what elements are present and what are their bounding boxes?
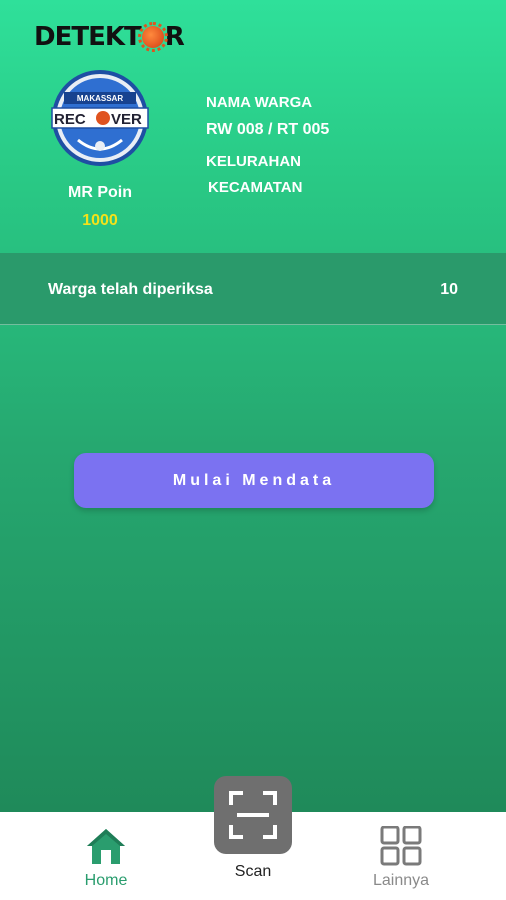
- home-screen: DETEKT R MAKASSAR REC VER MR Poin 1000 NA…: [0, 0, 506, 812]
- citizen-kelurahan: KELURAHAN: [206, 153, 301, 170]
- points-value: 1000: [82, 212, 118, 229]
- points-label: MR Poin: [68, 184, 132, 201]
- checked-citizens-label: Warga telah diperiksa: [48, 281, 213, 298]
- badge-top-text: MAKASSAR: [77, 94, 123, 103]
- badge-main-text-end: VER: [111, 111, 142, 128]
- citizen-name: NAMA WARGA: [206, 94, 313, 111]
- nav-scan-label: Scan: [234, 863, 272, 880]
- scan-icon: [229, 791, 277, 839]
- citizen-kecamatan: KECAMATAN: [208, 179, 303, 196]
- grid-icon: [380, 826, 422, 866]
- nav-home-label: Home: [84, 872, 128, 889]
- makassar-recover-badge: MAKASSAR REC VER: [51, 70, 149, 166]
- stats-bar: Warga telah diperiksa 10: [0, 253, 506, 325]
- badge-main-text-start: REC: [54, 111, 86, 128]
- nav-more-label: Lainnya: [372, 872, 430, 889]
- checked-citizens-count: 10: [440, 281, 458, 298]
- nav-item-more[interactable]: Lainnya: [341, 812, 461, 900]
- nav-item-home[interactable]: Home: [46, 812, 166, 900]
- home-icon: [87, 829, 125, 864]
- app-logo-text-start: DETEKT: [34, 22, 142, 52]
- app-logo: DETEKT R: [34, 22, 185, 52]
- virus-icon: [137, 22, 168, 52]
- scan-button[interactable]: [214, 776, 292, 854]
- start-data-collection-button[interactable]: Mulai Mendata: [74, 453, 434, 508]
- nav-item-scan[interactable]: Scan: [214, 776, 292, 886]
- citizen-rw-rt: RW 008 / RT 005: [206, 121, 330, 138]
